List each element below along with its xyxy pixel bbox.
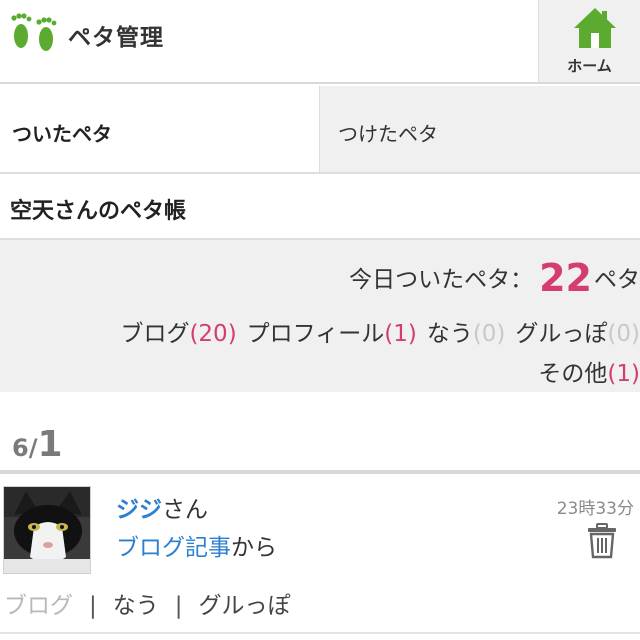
today-count: 22 [539,256,592,300]
category-counts: ブログ(20) プロフィール(1) なう(0) グルっぽ(0) [120,314,640,348]
category-blog: ブログ [120,321,190,347]
category-other: その他 [538,361,608,387]
separator: | [174,593,183,619]
count-other: (1) [607,361,640,387]
user-suffix: さん [162,497,208,523]
timestamp: 23時33分 [556,499,634,519]
trash-icon[interactable] [586,523,618,559]
action-blog[interactable]: ブログ [4,593,73,619]
user-name-link[interactable]: ジジ [116,497,162,523]
count-profile: (1) [384,321,417,347]
tab-bar: ついたペタ つけたペタ [0,86,640,174]
today-label: 今日ついたペタ： [349,267,534,293]
pager: 6/1 [12,424,63,465]
count-blog: (20) [189,321,237,347]
user-line: ジジさん [116,490,208,524]
footprints-icon [11,13,57,51]
separator: | [89,593,97,619]
pager-total: 1 [37,424,63,465]
house-icon [574,8,616,48]
today-unit: ペタ [594,267,640,293]
list-item: ジジさん 23時33分 ブログ記事から ブログ | なう | グルっぽ [0,474,640,640]
divider [0,632,640,634]
cat-avatar-image [4,487,90,573]
category-group: グルっぽ [515,321,608,347]
entry-actions: ブログ | なう | グルっぽ [4,586,291,620]
count-now: (0) [472,321,506,347]
count-group: (0) [607,321,640,347]
action-now[interactable]: なう [113,593,159,619]
app-header: ペタ管理 ホーム [0,0,640,84]
section-heading: 空天さんのペタ帳 [0,174,640,240]
tab-label: ついたペタ [12,122,112,146]
source-line: ブログ記事から [116,528,277,562]
tab-received-peta[interactable]: ついたペタ [0,86,320,172]
avatar[interactable] [3,486,91,574]
source-suffix: から [231,535,277,561]
category-now: なう [426,321,473,347]
home-button[interactable]: ホーム [538,0,640,82]
tab-given-peta[interactable]: つけたペタ [320,86,640,172]
today-summary: 今日ついたペタ： 22ペタ [349,256,640,300]
category-profile: プロフィール [246,321,385,347]
stats-panel: 今日ついたペタ： 22ペタ ブログ(20) プロフィール(1) なう(0) グルっぽ(0… [0,240,640,392]
section-title-text: 空天さんのペタ帳 [10,199,187,224]
category-counts-other: その他(1) [538,354,640,388]
page-title: ペタ管理 [68,25,164,51]
pager-current: 6/ [12,434,38,462]
home-label: ホーム [567,57,612,75]
action-group[interactable]: グルっぽ [199,593,291,619]
source-link[interactable]: ブログ記事 [116,535,231,561]
tab-label: つけたペタ [338,122,438,146]
